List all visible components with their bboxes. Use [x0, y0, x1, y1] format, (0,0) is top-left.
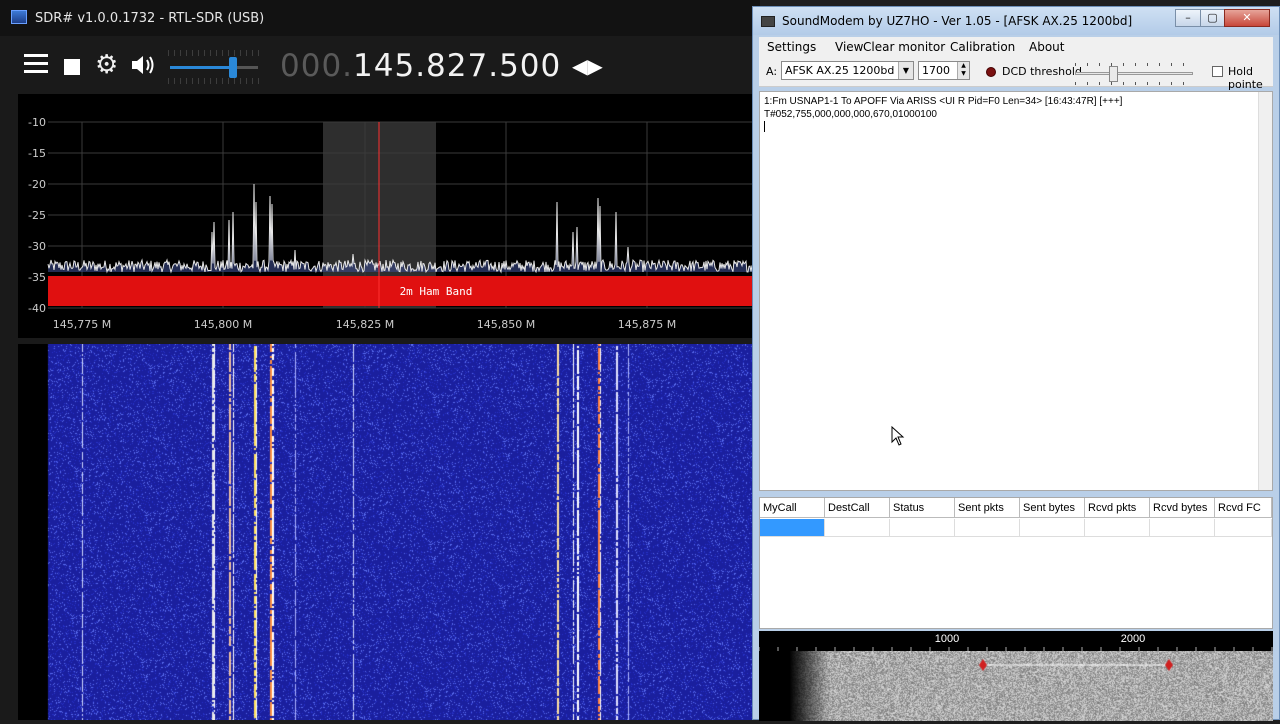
db-tick-label: -15 [28, 147, 46, 160]
frequency-display[interactable]: 000.145.827.500 [280, 48, 561, 84]
soundmodem-window-title: SoundModem by UZ7HO - Ver 1.05 - [AFSK A… [782, 14, 1133, 28]
channel-label: A: [766, 65, 778, 78]
db-tick-label: -20 [28, 178, 46, 191]
dcd-indicator-icon [986, 67, 996, 77]
column-header-mycall[interactable]: MyCall [760, 498, 825, 518]
menu-about[interactable]: About [1029, 40, 1064, 54]
spinner-arrows-icon[interactable]: ▲ ▼ [957, 62, 969, 79]
monitor-line: T#052,755,000,000,000,670,01000100 [764, 109, 937, 120]
volume-slider-thumb[interactable] [229, 57, 238, 78]
table-cell[interactable] [1085, 519, 1150, 537]
audio-scale-label: 1000 [935, 633, 959, 645]
sdr-toolbar: ⚙ 000.145.827.500 ◀▶ [0, 36, 760, 94]
freq-tick-label: 145,775 M [53, 318, 111, 331]
column-header-sent-pkts[interactable]: Sent pkts [955, 498, 1020, 518]
dcd-threshold-slider[interactable] [1075, 63, 1193, 85]
sdr-app-icon [11, 10, 27, 24]
monitor-line: 1:Fm USNAP1-1 To APOFF Via ARISS <UI R P… [764, 96, 1123, 107]
freq-tick-label: 145,800 M [194, 318, 252, 331]
gear-icon[interactable]: ⚙ [95, 52, 118, 78]
table-cell[interactable] [825, 519, 890, 537]
sdr-titlebar[interactable]: SDR# v1.0.0.1732 - RTL-SDR (USB) [0, 0, 760, 36]
soundmodem-menubar: Settings View Clear monitor Calibration … [759, 37, 1273, 57]
close-button[interactable]: ✕ [1224, 9, 1270, 27]
waterfall-display[interactable] [18, 344, 760, 720]
spectrum-analyzer[interactable]: -10 -15 -20 -25 -30 -35 -40 145,775 M 145,800 M 1… [18, 94, 761, 338]
band-plan-label: 2m Ham Band [400, 285, 473, 298]
menu-calibration[interactable]: Calibration [950, 40, 1015, 54]
db-tick-label: -35 [28, 271, 46, 284]
table-cell[interactable] [1020, 519, 1085, 537]
table-cell[interactable] [1150, 519, 1215, 537]
volume-slider[interactable] [168, 50, 260, 84]
column-header-sent-bytes[interactable]: Sent bytes [1020, 498, 1085, 518]
column-header-rcvd-pkts[interactable]: Rcvd pkts [1085, 498, 1150, 518]
connection-stats-table[interactable]: MyCall DestCall Status Sent pkts Sent by… [759, 497, 1273, 629]
column-header-destcall[interactable]: DestCall [825, 498, 890, 518]
mouse-cursor-icon [891, 425, 905, 450]
table-row-selected-cell[interactable] [760, 519, 825, 537]
soundmodem-window: SoundModem by UZ7HO - Ver 1.05 - [AFSK A… [752, 6, 1280, 721]
minimize-button[interactable]: – [1175, 9, 1201, 27]
maximize-button[interactable]: ▢ [1200, 9, 1225, 27]
menu-clear-monitor[interactable]: Clear monitor [863, 40, 945, 54]
dcd-threshold-label: DCD threshold [1002, 65, 1082, 78]
hold-pointer-label: Hold pointe [1228, 65, 1263, 91]
table-cell[interactable] [955, 519, 1020, 537]
menu-settings[interactable]: Settings [767, 40, 816, 54]
db-tick-label: -40 [28, 302, 46, 315]
db-tick-label: -30 [28, 240, 46, 253]
sdr-window-title: SDR# v1.0.0.1732 - RTL-SDR (USB) [35, 11, 265, 26]
packet-monitor[interactable]: 1:Fm USNAP1-1 To APOFF Via ARISS <UI R P… [759, 91, 1273, 491]
modem-controls: A: AFSK AX.25 1200bd ▼ 1700 ▲ ▼ DCD thres… [759, 57, 1273, 91]
table-cell[interactable] [1215, 519, 1272, 537]
dcd-slider-thumb[interactable] [1109, 66, 1118, 82]
hold-pointer-checkbox[interactable] [1212, 66, 1223, 77]
monitor-scrollbar[interactable] [1258, 92, 1272, 490]
chevron-down-icon[interactable]: ▼ [898, 62, 913, 79]
audio-spectrum-waterfall[interactable]: 1000 2000 [759, 631, 1273, 721]
speaker-icon[interactable] [130, 53, 158, 77]
column-header-rcvd-bytes[interactable]: Rcvd bytes [1150, 498, 1215, 518]
freq-tick-label: 145,825 M [336, 318, 394, 331]
modem-type-select[interactable]: AFSK AX.25 1200bd ▼ [781, 61, 914, 80]
db-tick-label: -25 [28, 209, 46, 222]
table-cell[interactable] [890, 519, 955, 537]
soundmodem-app-icon [761, 16, 775, 27]
column-header-rcvd-fc[interactable]: Rcvd FC [1215, 498, 1272, 518]
soundmodem-titlebar[interactable]: SoundModem by UZ7HO - Ver 1.05 - [AFSK A… [753, 7, 1279, 35]
db-tick-label: -10 [28, 116, 46, 129]
freq-tick-label: 145,875 M [618, 318, 676, 331]
audio-scale-label: 2000 [1121, 633, 1145, 645]
menu-view[interactable]: View [835, 40, 863, 54]
column-header-status[interactable]: Status [890, 498, 955, 518]
sdr-window: SDR# v1.0.0.1732 - RTL-SDR (USB) ⚙ 000.1… [0, 0, 761, 720]
center-frequency-spinner[interactable]: 1700 ▲ ▼ [918, 61, 970, 80]
hamburger-icon[interactable] [24, 54, 48, 78]
text-caret [764, 121, 765, 132]
left-right-arrows-icon[interactable]: ◀▶ [572, 54, 603, 78]
freq-tick-label: 145,850 M [477, 318, 535, 331]
stop-icon[interactable] [64, 59, 80, 75]
